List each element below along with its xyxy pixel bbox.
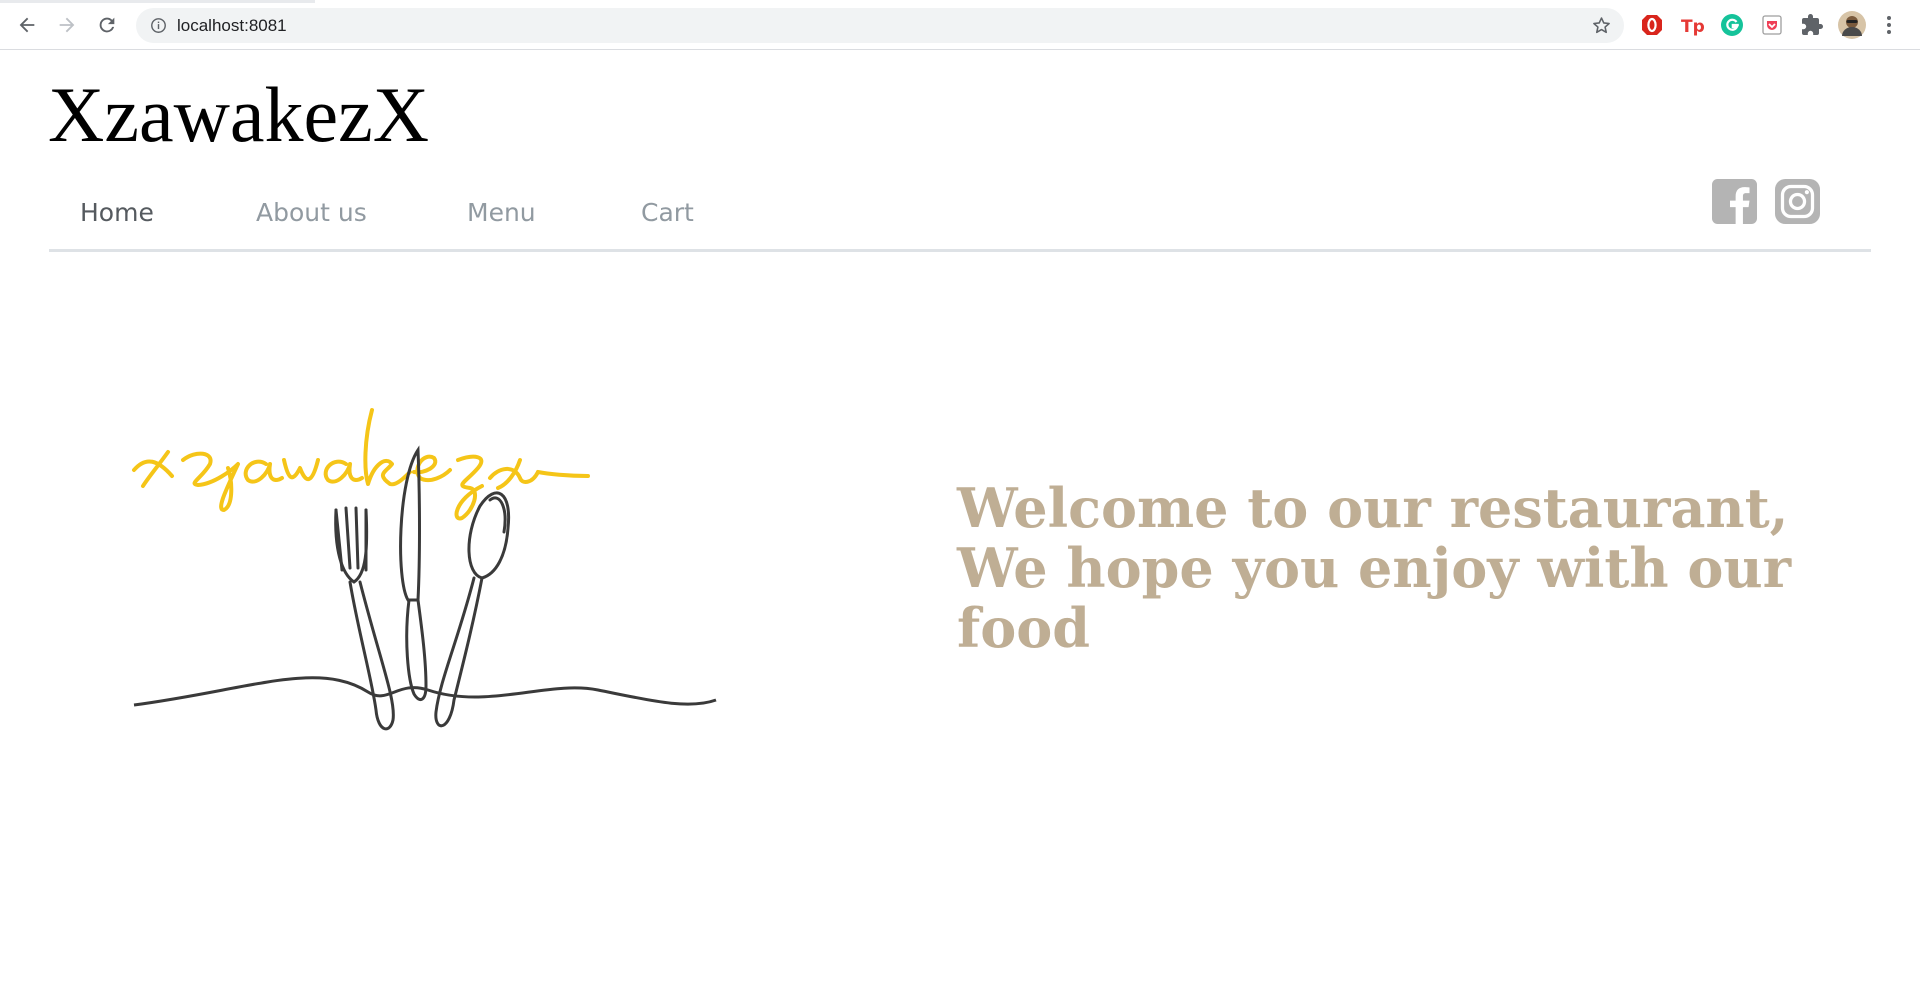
pocket-icon[interactable]	[1760, 13, 1784, 37]
restaurant-logo	[128, 360, 718, 740]
site-title: XzawakezX	[48, 71, 430, 158]
instagram-icon	[1775, 179, 1820, 224]
facebook-icon	[1712, 179, 1757, 224]
welcome-line-1: Welcome to our restaurant,	[957, 476, 1789, 540]
arrow-back-icon	[19, 17, 35, 33]
arrow-forward-icon	[59, 17, 75, 33]
info-icon[interactable]	[150, 17, 167, 34]
kebab-menu-icon[interactable]	[1882, 13, 1896, 37]
grammarly-icon[interactable]	[1720, 13, 1744, 37]
forward-button[interactable]	[52, 10, 82, 40]
puzzle-icon[interactable]	[1800, 13, 1824, 37]
url-text[interactable]: localhost:8081	[177, 16, 287, 36]
nav-menu[interactable]: Menu	[467, 198, 536, 227]
reload-icon	[99, 17, 115, 33]
main-navbar: Home About us Menu Cart	[49, 172, 1871, 252]
instagram-link[interactable]	[1775, 179, 1820, 224]
address-bar[interactable]: localhost:8081	[136, 8, 1624, 43]
svg-text:Tp: Tp	[1681, 17, 1704, 37]
facebook-link[interactable]	[1712, 179, 1757, 224]
knife-icon	[399, 445, 428, 701]
reload-button[interactable]	[92, 10, 122, 40]
logo-script	[132, 408, 590, 521]
star-icon[interactable]	[1591, 15, 1612, 36]
loading-bar	[0, 0, 315, 3]
welcome-line-3: food	[957, 596, 1091, 660]
nav-cart[interactable]: Cart	[641, 198, 694, 227]
tp-icon[interactable]: Tp	[1680, 13, 1704, 37]
welcome-line-2: We hope you enjoy with our	[957, 536, 1792, 600]
nav-about-us[interactable]: About us	[256, 198, 367, 227]
opera-adblock-icon[interactable]	[1640, 13, 1664, 37]
nav-home[interactable]: Home	[80, 198, 154, 227]
spoon-icon	[434, 491, 511, 728]
welcome-heading: Welcome to our restaurant, We hope you e…	[957, 478, 1857, 658]
profile-avatar[interactable]	[1838, 11, 1866, 39]
browser-toolbar: localhost:8081 Tp	[0, 0, 1920, 50]
logo-illustration	[132, 408, 717, 731]
back-button[interactable]	[12, 10, 42, 40]
